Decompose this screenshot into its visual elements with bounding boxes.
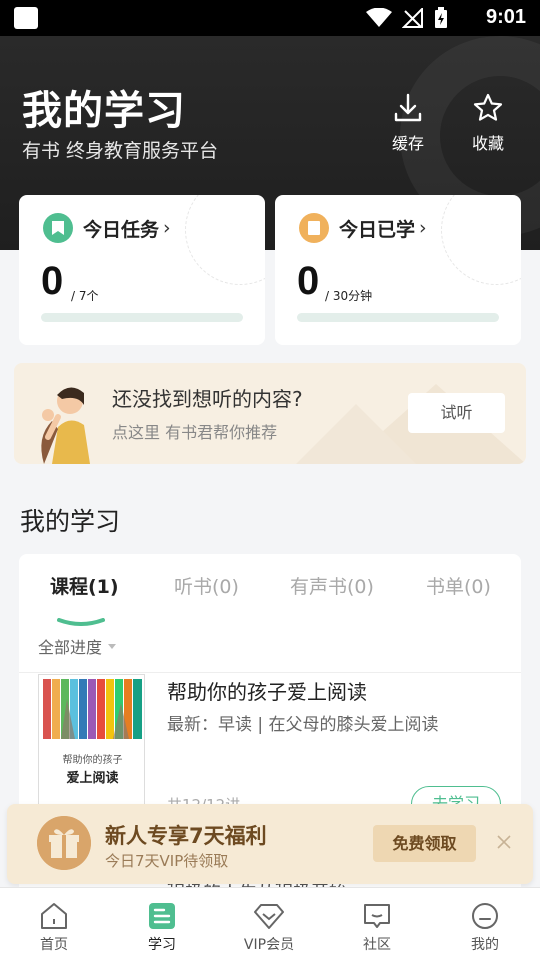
book-icon: [299, 213, 329, 243]
try-listen-button[interactable]: 试听: [408, 393, 505, 433]
tab-community[interactable]: 社区: [337, 902, 417, 954]
my-study-heading: 我的学习: [20, 507, 121, 536]
today-task-value: 0: [41, 259, 64, 303]
claim-free-button[interactable]: 免费领取: [373, 825, 476, 862]
gift-title: 新人专享7天福利: [105, 824, 267, 848]
today-learned-card[interactable]: 今日已学 › 0 / 30分钟: [275, 195, 521, 345]
community-icon: [364, 904, 390, 928]
status-time: 9:01: [485, 6, 526, 28]
close-icon[interactable]: [494, 832, 514, 852]
wifi-icon: [366, 8, 392, 27]
tab-courses[interactable]: 课程(1): [50, 572, 119, 599]
app: 9:01 我的学习 有书 终身教育服务平台 缓存 收藏 今日任务 › 0 / 7…: [0, 0, 540, 960]
recommend-banner[interactable]: 还没找到想听的内容? 点这里 有书君帮你推荐 试听: [14, 363, 526, 464]
tab-booklists[interactable]: 书单(0): [426, 572, 491, 599]
tab-vip[interactable]: VIP会员: [229, 902, 309, 954]
today-learned-unit: / 30分钟: [325, 289, 373, 303]
today-learned-value: 0: [297, 259, 320, 303]
favorite-label: 收藏: [471, 134, 504, 153]
course-title[interactable]: 帮助你的孩子爱上阅读: [167, 676, 367, 705]
active-tab-indicator: [57, 618, 105, 626]
tab-home[interactable]: 首页: [14, 902, 94, 954]
gift-subtitle: 今日7天VIP待领取: [105, 852, 229, 870]
cover-title-big: 爱上阅读: [66, 771, 119, 786]
chevron-right-icon: ›: [163, 217, 171, 239]
cover-title-small: 帮助你的孩子: [62, 755, 123, 766]
caret-down-icon: [108, 643, 117, 649]
today-learned-title: 今日已学: [339, 218, 416, 241]
new-user-gift-banner[interactable]: 新人专享7天福利 今日7天VIP待领取 免费领取: [7, 804, 533, 884]
today-task-unit: / 7个: [71, 289, 99, 303]
star-icon: [473, 93, 503, 121]
tab-study-label: 学习: [148, 937, 176, 953]
page-title: 我的学习: [22, 88, 186, 134]
no-signal-icon: [402, 8, 423, 28]
home-icon: [41, 903, 67, 929]
bookmark-icon: [43, 213, 73, 243]
study-tabs: 课程(1) 听书(0) 有声书(0) 书单(0): [19, 572, 521, 626]
tab-community-label: 社区: [363, 937, 391, 953]
battery-charging-icon: [435, 7, 447, 28]
progress-filter[interactable]: 全部进度: [38, 634, 117, 658]
chevron-right-icon: ›: [419, 217, 427, 239]
cache-label: 缓存: [391, 134, 424, 153]
promo-subtitle: 点这里 有书君帮你推荐: [112, 423, 278, 442]
tab-audiobooks[interactable]: 有声书(0): [290, 572, 374, 599]
page-subtitle: 有书 终身教育服务平台: [22, 140, 219, 162]
tab-audiobook-summary[interactable]: 听书(0): [174, 572, 239, 599]
cache-button[interactable]: 缓存: [378, 92, 438, 154]
tab-profile[interactable]: 我的: [445, 902, 525, 954]
status-bar: 9:01: [0, 0, 540, 36]
bottom-tab-bar: 首页 学习 VIP会员 社区 我的: [0, 887, 540, 960]
notification-icon: [14, 7, 38, 29]
promo-title: 还没找到想听的内容?: [112, 387, 303, 411]
today-task-card[interactable]: 今日任务 › 0 / 7个: [19, 195, 265, 345]
cover-art: [43, 679, 142, 739]
progress-filter-label: 全部进度: [38, 638, 103, 657]
tab-vip-label: VIP会员: [243, 937, 295, 953]
girl-illustration-icon: [41, 387, 90, 464]
tab-study[interactable]: 学习: [122, 902, 202, 954]
tab-profile-label: 我的: [471, 937, 499, 953]
download-icon: [394, 93, 422, 122]
diamond-icon: [254, 904, 284, 929]
today-task-progress: [41, 313, 243, 322]
favorite-button[interactable]: 收藏: [458, 92, 518, 154]
profile-icon: [472, 903, 498, 929]
study-icon: [149, 903, 175, 929]
today-task-title: 今日任务: [83, 218, 160, 241]
gift-icon: [37, 816, 91, 870]
course-cover[interactable]: 帮助你的孩子 爱上阅读: [38, 674, 145, 814]
today-learned-progress: [297, 313, 499, 322]
course-latest: 最新：早读 | 在父母的膝头爱上阅读: [167, 715, 439, 735]
tab-home-label: 首页: [40, 937, 68, 953]
